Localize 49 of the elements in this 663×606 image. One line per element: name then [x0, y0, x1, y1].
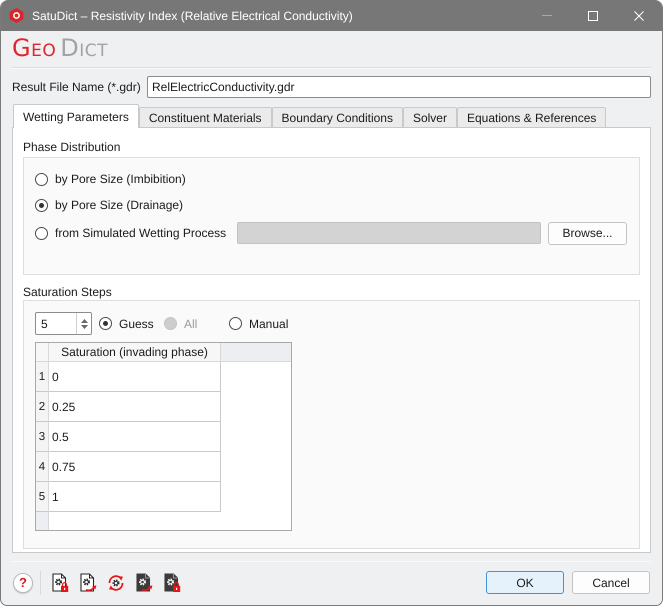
table-cell[interactable]: 0 — [49, 362, 221, 392]
radio-button[interactable] — [35, 172, 48, 186]
radio-button[interactable] — [35, 226, 48, 240]
section-title: Saturation Steps — [23, 284, 112, 300]
file-name-field[interactable]: RelElectricConductivity.gdr — [147, 76, 651, 98]
table-cell[interactable]: 0.5 — [49, 422, 221, 452]
document-gear-lock-icon[interactable] — [51, 572, 69, 592]
dialog-button[interactable]: OK — [486, 571, 564, 594]
row-number: 3 — [36, 422, 49, 452]
header-filler — [221, 343, 291, 362]
column-header[interactable]: Saturation (invading phase) — [49, 343, 221, 362]
tab[interactable]: Equations & References — [456, 107, 606, 128]
app-icon — [9, 8, 24, 23]
filled-document-gear-lock-icon[interactable] — [163, 572, 181, 592]
close-icon[interactable] — [634, 10, 644, 20]
radio-label[interactable]: Guess — [119, 316, 154, 330]
caret-down-icon[interactable] — [80, 324, 88, 328]
gear-refresh-icon[interactable] — [107, 572, 125, 592]
radio-label[interactable]: by Pore Size (Drainage) — [55, 198, 184, 212]
tab[interactable]: Boundary Conditions — [272, 107, 403, 128]
table-cell[interactable]: 1 — [49, 482, 221, 512]
tab[interactable]: Solver — [402, 107, 457, 128]
window-title: SatuDict – Resistivity Index (Relative Electrical Conductivity) — [32, 8, 353, 22]
radio-label[interactable]: Manual — [249, 316, 288, 330]
field-label: Result File Name (*.gdr) — [12, 80, 141, 94]
filled-document-gear-arrow-icon[interactable] — [135, 572, 153, 592]
radio-button[interactable] — [99, 317, 112, 330]
logo-text: GEO DICT — [12, 36, 108, 63]
document-gear-arrow-icon[interactable] — [79, 572, 97, 592]
spin-box[interactable]: 5 — [35, 312, 92, 335]
help-button[interactable]: ? — [13, 572, 33, 592]
table-cell[interactable]: 0.75 — [49, 452, 221, 482]
tab[interactable]: Constituent Materials — [138, 107, 272, 128]
row-number: 5 — [36, 482, 49, 512]
browse-button[interactable]: Browse... — [548, 222, 627, 244]
dialog-button[interactable]: Cancel — [572, 571, 650, 594]
maximize-icon[interactable] — [588, 10, 598, 20]
row-number: 2 — [36, 392, 49, 422]
table-cell[interactable]: 0.25 — [49, 392, 221, 422]
row-number: 4 — [36, 452, 49, 482]
radio-label[interactable]: by Pore Size (Imbibition) — [55, 172, 186, 186]
radio-button[interactable] — [35, 198, 48, 212]
row-number: 1 — [36, 362, 49, 392]
section-title: Phase Distribution — [23, 139, 120, 155]
radio-button[interactable] — [229, 317, 242, 330]
caret-up-icon[interactable] — [80, 318, 88, 322]
tab[interactable]: Wetting Parameters — [13, 104, 139, 128]
radio-label[interactable]: from Simulated Wetting Process — [55, 226, 226, 240]
row-header-filler — [36, 512, 49, 530]
